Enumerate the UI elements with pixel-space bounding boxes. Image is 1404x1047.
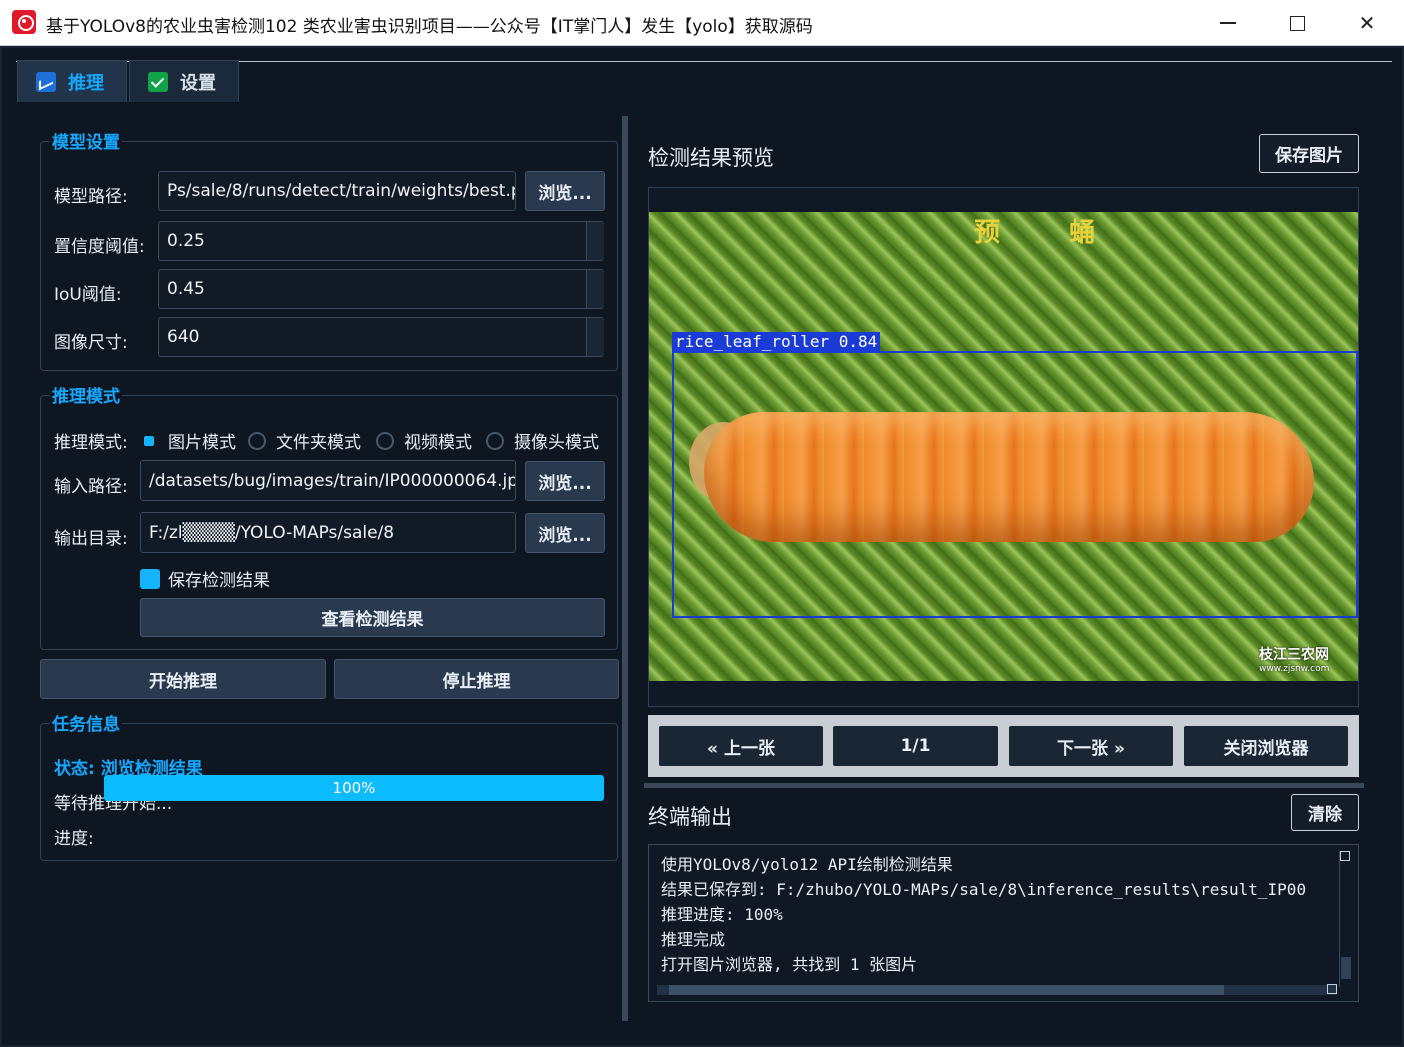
infer-mode-label: 推理模式: (54, 433, 128, 453)
iou-spin-arrows[interactable] (586, 270, 604, 308)
maximize-icon (1289, 15, 1305, 31)
stop-inference-button[interactable]: 停止推理 (334, 659, 619, 699)
scroll-right-icon[interactable] (1327, 984, 1337, 994)
checkbox-checked-icon (140, 568, 160, 589)
terminal-line: 推理完成 (661, 930, 726, 949)
view-results-button[interactable]: 查看检测结果 (140, 598, 605, 637)
terminal-line: 推理进度: 100% (661, 905, 783, 924)
radio-camera-mode[interactable]: 摄像头模式 (486, 428, 599, 453)
tab-inference[interactable]: 推理 (17, 60, 127, 102)
terminal-line: 结果已保存到: F:/zhubo/YOLO-MAPs/sale/8\infere… (661, 880, 1307, 899)
terminal-line: 使用YOLOv8/yolo12 API绘制检测结果 (661, 855, 953, 874)
radio-folder-mode[interactable]: 文件夹模式 (248, 428, 361, 453)
tab-settings[interactable]: 设置 (129, 60, 239, 102)
minimize-icon (1220, 22, 1236, 24)
close-icon: ✕ (1358, 11, 1376, 35)
input-path-label: 输入路径: (54, 477, 128, 497)
scroll-up-icon[interactable] (1340, 851, 1350, 861)
radio-image-mode[interactable]: 图片模式 (140, 428, 236, 453)
vertical-splitter[interactable] (622, 116, 628, 1021)
radio-video-mode-label: 视频模式 (404, 433, 472, 453)
terminal-line: 打开图片浏览器, 共找到 1 张图片 (661, 955, 918, 974)
save-image-button[interactable]: 保存图片 (1259, 134, 1359, 173)
tab-settings-label: 设置 (180, 72, 216, 94)
model-settings-title: 模型设置 (50, 128, 122, 153)
iou-spinbox[interactable]: 0.45 (158, 269, 604, 309)
maximize-button[interactable] (1262, 0, 1332, 46)
radio-folder-mode-label: 文件夹模式 (276, 433, 361, 453)
iou-label: IoU阈值: (54, 285, 122, 305)
close-button[interactable]: ✕ (1332, 0, 1402, 46)
output-browse-button[interactable]: 浏览... (525, 513, 605, 553)
model-path-label: 模型路径: (54, 187, 128, 207)
infer-mode-title: 推理模式 (50, 382, 122, 407)
terminal-output[interactable]: 使用YOLOv8/yolo12 API绘制检测结果 结果已保存到: F:/zhu… (648, 844, 1359, 1002)
image-overlay-text: 预 蛹 (974, 218, 1126, 248)
radio-image-mode-label: 图片模式 (168, 433, 236, 453)
output-dir-input[interactable]: F:/zl▒▒▒▒/YOLO-MAPs/sale/8 (140, 512, 516, 553)
image-size-label: 图像尺寸: (54, 333, 128, 353)
detection-label: rice_leaf_roller 0.84 (672, 332, 881, 352)
image-size-spinbox[interactable]: 640 (158, 317, 604, 357)
close-browser-button[interactable]: 关闭浏览器 (1184, 726, 1348, 766)
output-dir-label: 输出目录: (54, 529, 128, 549)
input-browse-button[interactable]: 浏览... (525, 461, 605, 501)
progress-bar: 100% (104, 775, 604, 801)
app-logo-icon (12, 10, 36, 34)
progress-label: 进度: (54, 829, 94, 849)
tab-inference-label: 推理 (68, 72, 104, 94)
check-icon (148, 71, 168, 92)
confidence-spinbox[interactable]: 0.25 (158, 221, 604, 261)
save-results-checkbox[interactable]: 保存检测结果 (140, 566, 270, 591)
clear-button[interactable]: 清除 (1291, 794, 1359, 831)
window-title: 基于YOLOv8的农业虫害检测102 类农业害虫识别项目——公众号【IT掌门人】… (46, 17, 813, 37)
input-path-input[interactable]: /datasets/bug/images/train/IP000000064.j… (140, 460, 516, 501)
title-bar: 基于YOLOv8的农业虫害检测102 类农业害虫识别项目——公众号【IT掌门人】… (0, 0, 1404, 46)
radio-unselected-icon (248, 431, 266, 450)
watermark-text: 枝江三农网 (1259, 647, 1329, 663)
detection-image: 预 蛹 rice_leaf_roller 0.84 枝江三农网 www.zjsn… (649, 212, 1358, 681)
next-image-button[interactable]: 下一张 » (1009, 726, 1173, 766)
prev-image-button[interactable]: « 上一张 (659, 726, 823, 766)
chart-icon (36, 71, 56, 92)
terminal-vertical-scroll-thumb[interactable] (1341, 957, 1351, 979)
radio-video-mode[interactable]: 视频模式 (376, 428, 472, 453)
save-results-label: 保存检测结果 (168, 571, 270, 591)
app-body: 推理 设置 模型设置 模型路径: Ps/sale/8/runs/detect/t… (0, 46, 1404, 1047)
detection-bbox (672, 351, 1358, 618)
progress-text: 100% (332, 779, 376, 797)
model-path-input[interactable]: Ps/sale/8/runs/detect/train/weights/best… (158, 171, 516, 211)
minimize-button[interactable] (1193, 0, 1263, 46)
radio-camera-mode-label: 摄像头模式 (514, 433, 599, 453)
page-indicator: 1/1 (833, 726, 998, 766)
task-info-title: 任务信息 (50, 710, 122, 735)
start-inference-button[interactable]: 开始推理 (40, 659, 326, 699)
image-navigation-bar: « 上一张 1/1 下一张 » 关闭浏览器 (648, 715, 1359, 777)
watermark-url: www.zjsnw.com (1259, 664, 1330, 674)
confidence-spin-arrows[interactable] (586, 222, 604, 260)
radio-selected-icon (140, 431, 158, 450)
model-browse-button[interactable]: 浏览... (525, 171, 605, 211)
image-size-spin-arrows[interactable] (586, 318, 604, 356)
preview-title: 检测结果预览 (648, 146, 774, 170)
horizontal-splitter[interactable] (644, 783, 1364, 788)
terminal-horizontal-scroll-thumb[interactable] (669, 985, 1224, 995)
confidence-label: 置信度阈值: (54, 237, 145, 257)
terminal-title: 终端输出 (648, 805, 732, 829)
radio-unselected-icon (376, 431, 394, 450)
radio-unselected-icon (486, 431, 504, 450)
